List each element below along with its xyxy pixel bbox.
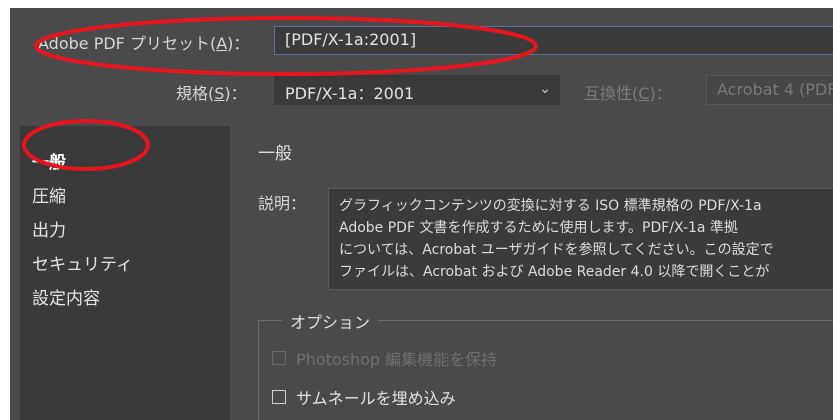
sidebar-item-general[interactable]: 一般 — [32, 148, 66, 173]
panel-title: 一般 — [258, 144, 292, 164]
compat-value: Acrobat 4 (PDF 1.3) — [717, 80, 833, 99]
pdf-export-dialog: Adobe PDF プリセット(A)： [PDF/X-1a:2001] 規格(S… — [10, 8, 833, 420]
preserve-photoshop-checkbox[interactable] — [272, 351, 286, 365]
preset-value: [PDF/X-1a:2001] — [285, 30, 417, 49]
sidebar-item-output[interactable]: 出力 — [32, 216, 66, 241]
embed-thumbnails-option[interactable]: サムネールを埋め込み — [272, 385, 456, 409]
preset-field[interactable]: [PDF/X-1a:2001] — [274, 26, 833, 55]
description-line: Adobe PDF 文書を作成するために使用します。PDF/X-1a 準拠 — [339, 220, 738, 236]
preserve-photoshop-option[interactable]: Photoshop 編集機能を保持 — [272, 346, 497, 370]
standard-select[interactable]: PDF/X-1a：2001 ⌄ — [274, 75, 560, 105]
description-label: 説明： — [258, 194, 307, 213]
description-box: グラフィックコンテンツの変換に対する ISO 標準規格の PDF/X-1a Ad… — [328, 188, 833, 290]
preset-label: Adobe PDF プリセット(A)： — [38, 34, 250, 53]
standard-label: 規格(S)： — [176, 84, 247, 103]
description-line: ファイルは、Acrobat および Adobe Reader 4.0 以降で開く… — [339, 264, 770, 280]
sidebar: 一般 圧縮 出力 セキュリティ 設定内容 — [20, 126, 230, 420]
compat-label: 互換性(C)： — [584, 84, 672, 103]
embed-thumbnails-label: サムネールを埋め込み — [296, 389, 456, 408]
sidebar-item-security[interactable]: セキュリティ — [32, 250, 133, 275]
embed-thumbnails-checkbox[interactable] — [272, 390, 286, 404]
chevron-down-icon: ⌄ — [539, 81, 551, 97]
description-line: グラフィックコンテンツの変換に対する ISO 標準規格の PDF/X-1a — [339, 198, 762, 214]
compat-select[interactable]: Acrobat 4 (PDF 1.3) — [706, 75, 833, 105]
sidebar-item-summary[interactable]: 設定内容 — [32, 284, 100, 309]
preserve-photoshop-label: Photoshop 編集機能を保持 — [296, 350, 498, 369]
description-line: については、Acrobat ユーザガイドを参照してください。この設定で — [339, 242, 774, 258]
options-title: オプション — [282, 309, 379, 333]
standard-value: PDF/X-1a：2001 — [285, 84, 415, 103]
sidebar-item-compression[interactable]: 圧縮 — [32, 182, 66, 207]
